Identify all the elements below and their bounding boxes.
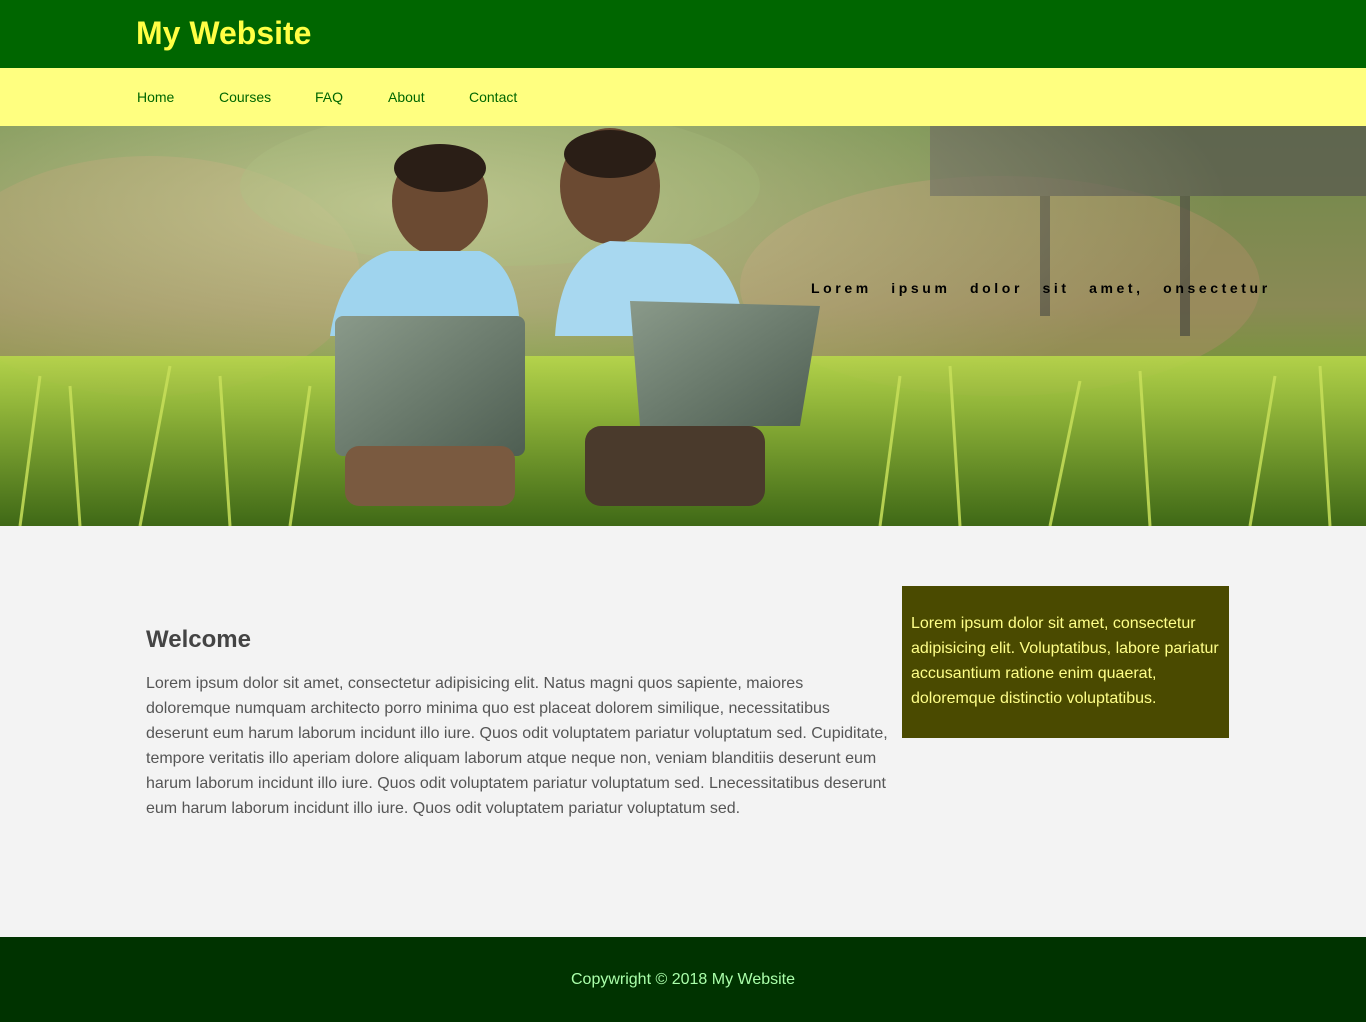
- nav-item-faq[interactable]: FAQ: [315, 88, 343, 106]
- nav-item-home[interactable]: Home: [137, 88, 174, 106]
- hero-photo: [0, 126, 1366, 526]
- sidebar-box: Lorem ipsum dolor sit amet, consectetur …: [902, 586, 1229, 738]
- site-footer: Copywright © 2018 My Website: [0, 937, 1366, 1022]
- site-header: My Website: [0, 0, 1366, 68]
- nav-item-courses[interactable]: Courses: [219, 88, 271, 106]
- main-nav: Home Courses FAQ About Contact: [0, 68, 1366, 126]
- copyright-text: Copywright © 2018 My Website: [570, 971, 796, 988]
- sidebar-text: Lorem ipsum dolor sit amet, consectetur …: [911, 615, 1219, 707]
- site-title[interactable]: My Website: [136, 14, 311, 52]
- nav-item-contact[interactable]: Contact: [469, 88, 517, 106]
- welcome-heading: Welcome: [146, 626, 251, 653]
- hero-tagline: Lorem ipsum dolor sit amet, onsectetur: [811, 280, 1271, 296]
- welcome-paragraph: Lorem ipsum dolor sit amet, consectetur …: [146, 675, 888, 817]
- hero-banner: Lorem ipsum dolor sit amet, onsectetur: [0, 126, 1366, 526]
- nav-item-about[interactable]: About: [388, 88, 425, 106]
